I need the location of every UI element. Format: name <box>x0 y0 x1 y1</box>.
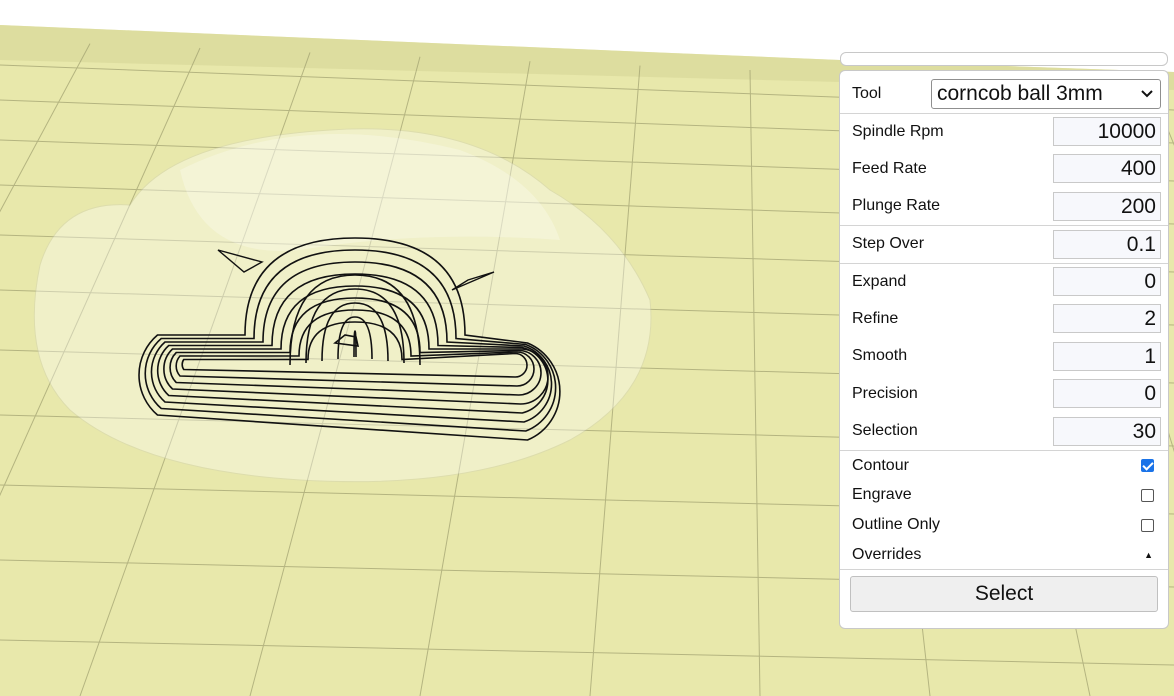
outline-only-checkbox[interactable] <box>1141 518 1154 532</box>
expand-label: Expand <box>852 272 907 290</box>
selection-label: Selection <box>852 422 918 440</box>
feed-rate-label: Feed Rate <box>852 159 927 177</box>
spindle-rpm-label: Spindle Rpm <box>852 122 944 140</box>
precision-input[interactable]: 0 <box>1053 379 1161 409</box>
refine-label: Refine <box>852 309 899 327</box>
contour-row: Contour <box>840 450 1168 480</box>
step-over-row: Step Over 0.1 <box>840 225 1168 263</box>
selection-row: Selection 30 <box>840 413 1168 451</box>
expand-row: Expand 0 <box>840 262 1168 301</box>
precision-label: Precision <box>852 384 918 402</box>
expand-input[interactable]: 0 <box>1053 267 1161 297</box>
spindle-rpm-input[interactable]: 10000 <box>1053 117 1161 147</box>
tool-label: Tool <box>852 84 882 102</box>
step-over-input[interactable]: 0.1 <box>1053 229 1161 259</box>
panel-title-bar[interactable] <box>840 52 1168 66</box>
select-button[interactable]: Select <box>850 576 1158 612</box>
refine-row: Refine 2 <box>840 300 1168 338</box>
chevron-down-icon <box>1141 90 1153 98</box>
triangle-up-icon: ▲ <box>1144 549 1153 560</box>
tool-row: Tool corncob ball 3mm <box>840 75 1168 113</box>
overrides-toggle[interactable]: Overrides ▲ <box>840 540 1168 570</box>
spindle-rpm-row: Spindle Rpm 10000 <box>840 112 1168 151</box>
step-over-label: Step Over <box>852 235 925 253</box>
feed-rate-row: Feed Rate 400 <box>840 150 1168 188</box>
tool-select[interactable]: corncob ball 3mm <box>931 78 1161 109</box>
precision-row: Precision 0 <box>840 375 1168 413</box>
selection-input[interactable]: 30 <box>1053 416 1161 446</box>
engrave-label: Engrave <box>852 486 912 503</box>
outline-only-row: Outline Only <box>840 510 1168 540</box>
refine-input[interactable]: 2 <box>1053 304 1161 334</box>
plunge-rate-input[interactable]: 200 <box>1053 191 1161 221</box>
outline-only-label: Outline Only <box>852 516 941 533</box>
settings-panel: Tool corncob ball 3mm Spindle Rpm 10000 … <box>839 70 1169 629</box>
smooth-row: Smooth 1 <box>840 338 1168 376</box>
smooth-label: Smooth <box>852 347 908 365</box>
overrides-label: Overrides <box>852 545 922 563</box>
feed-rate-input[interactable]: 400 <box>1053 154 1161 184</box>
smooth-input[interactable]: 1 <box>1053 341 1161 371</box>
plunge-rate-label: Plunge Rate <box>852 197 941 215</box>
contour-checkbox[interactable] <box>1141 459 1154 472</box>
engrave-row: Engrave <box>840 480 1168 510</box>
plunge-rate-row: Plunge Rate 200 <box>840 188 1168 226</box>
contour-label: Contour <box>852 456 909 474</box>
engrave-checkbox[interactable] <box>1141 488 1154 502</box>
tool-select-value: corncob ball 3mm <box>937 81 1103 105</box>
